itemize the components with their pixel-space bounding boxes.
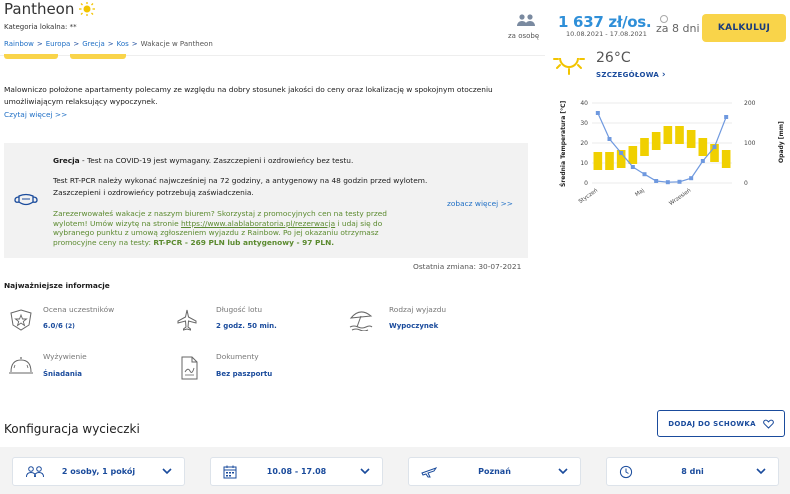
temp-bar xyxy=(721,150,731,168)
see-more-link[interactable]: zobacz więcej >> xyxy=(447,199,513,208)
last-change: Ostatnia zmiana: 30-07-2021 xyxy=(413,262,522,271)
breadcrumb-europa[interactable]: Europa xyxy=(46,40,71,48)
page-title: Pantheon xyxy=(4,0,75,18)
mask-icon xyxy=(14,193,38,206)
precip-point xyxy=(607,137,612,141)
y-tick-label: 20 xyxy=(580,140,588,147)
read-more-link[interactable]: Czytaj więcej >> xyxy=(4,110,67,119)
breadcrumb: Rainbow > Europa > Grecja > Kos > Wakacje w Pant… xyxy=(4,40,213,48)
calculate-button[interactable]: KALKULUJ xyxy=(702,14,786,42)
sun-icon xyxy=(553,57,585,75)
y-tick-label: 30 xyxy=(580,120,588,127)
tab-stub[interactable] xyxy=(4,54,58,59)
y2-tick-label: 0 xyxy=(744,180,748,187)
documents-value: Bez paszportu xyxy=(216,370,273,378)
tab-stub[interactable] xyxy=(70,54,126,59)
weather-chart: 0 10 20 30 40 0 100 200 Styczeń Maj Wrzesień Średn… xyxy=(560,100,785,207)
document-icon xyxy=(181,356,198,380)
x-tick-label: Wrzesień xyxy=(668,187,693,207)
rating-value: 6.0/6 (2) xyxy=(43,322,75,330)
precip-point xyxy=(700,159,705,163)
info-label: Ocena uczestników xyxy=(43,305,115,314)
flight-duration: 2 godz. 50 min. xyxy=(216,322,277,330)
trip-duration: za 8 dni xyxy=(656,22,700,35)
precip-point xyxy=(654,179,659,183)
persons-rooms-select[interactable]: 2 osoby, 1 pokój xyxy=(12,457,185,486)
temp-bar xyxy=(593,152,603,170)
y2-tick-label: 100 xyxy=(744,140,756,147)
cloche-icon xyxy=(9,357,33,374)
temp-bar xyxy=(686,130,696,148)
plane-icon xyxy=(177,309,197,331)
trip-type: Wypoczynek xyxy=(389,322,439,330)
persons-icon xyxy=(517,14,535,26)
board-type: Śniadania xyxy=(43,370,82,378)
precip-point xyxy=(712,145,717,149)
x-tick-label: Styczeń xyxy=(577,187,599,205)
y-tick-label: 10 xyxy=(580,160,588,167)
add-to-clipboard-button[interactable]: DODAJ DO SCHOWKA xyxy=(657,410,785,437)
local-category: Kategoria lokalna: ** xyxy=(4,23,77,31)
breadcrumb-kos[interactable]: Kos xyxy=(117,40,129,48)
breadcrumb-grecja[interactable]: Grecja xyxy=(82,40,105,48)
precip-point xyxy=(619,151,624,155)
info-label: Rodzaj wyjazdu xyxy=(389,305,447,314)
temp-bar xyxy=(640,138,649,156)
precip-point xyxy=(595,111,600,115)
y2-axis-label: Opady [mm] xyxy=(778,121,785,163)
star-shield-icon xyxy=(10,309,32,331)
heart-icon xyxy=(762,419,774,429)
info-label: Wyżywienie xyxy=(43,352,87,361)
dates-select[interactable]: 10.08 - 17.08 xyxy=(210,457,383,486)
per-person-label: za osobę xyxy=(508,32,540,40)
breadcrumb-separator: > xyxy=(73,40,80,48)
temp-bar xyxy=(663,126,673,144)
info-label: Dokumenty xyxy=(216,352,259,361)
precip-point xyxy=(689,176,694,181)
chevron-down-icon xyxy=(162,468,172,475)
temp-bar xyxy=(628,146,638,164)
chevron-down-icon xyxy=(360,468,370,475)
precip-point xyxy=(677,179,682,184)
precip-bars xyxy=(593,126,731,170)
covid-test-details: Test RT-PCR należy wykonać najwcześniej … xyxy=(53,176,428,197)
precip-point xyxy=(642,172,647,177)
y-tick-label: 40 xyxy=(580,100,588,107)
temp-bar xyxy=(651,132,661,150)
breadcrumb-current: Wakacje w Pantheon xyxy=(140,40,213,48)
trip-dates: 10.08.2021 - 17.08.2021 xyxy=(566,30,647,38)
precip-point xyxy=(724,115,729,119)
breadcrumb-separator: > xyxy=(36,40,43,48)
breadcrumb-separator: > xyxy=(107,40,114,48)
duration-select[interactable]: 8 dni xyxy=(606,457,779,486)
x-tick-label: Maj xyxy=(634,187,646,198)
breadcrumb-rainbow[interactable]: Rainbow xyxy=(4,40,34,48)
covid-promo: Zarezerwowałeś wakacje z naszym biurem? … xyxy=(53,209,388,247)
hotel-description: Malowniczo położone apartamenty polecamy… xyxy=(4,85,493,106)
chevron-down-icon xyxy=(756,468,766,475)
temperature: 26°C xyxy=(596,50,631,66)
y-axis-label: Średnia Temperatura [°C] xyxy=(560,101,567,187)
y2-tick-label: 200 xyxy=(744,100,756,107)
covid-requirement: Grecja - Test na COVID-19 jest wymagany.… xyxy=(53,156,354,165)
chevron-down-icon xyxy=(558,468,568,475)
key-info-heading: Najważniejsze informacje xyxy=(4,281,110,290)
precip-point xyxy=(665,180,670,185)
beach-umbrella-icon xyxy=(349,311,373,331)
temp-bar xyxy=(698,138,708,156)
temp-bar xyxy=(605,152,614,170)
lab-link[interactable]: https://www.alablaboratoria.pl/rezerwacj… xyxy=(181,219,335,228)
weather-details-link[interactable]: SZCZEGÓŁOWA › xyxy=(596,70,666,80)
sun-icon xyxy=(79,2,95,16)
info-label: Długość lotu xyxy=(216,305,263,314)
price: 1 637 zł/os. xyxy=(558,13,652,31)
departure-airport-select[interactable]: Poznań xyxy=(408,457,581,486)
temp-bar xyxy=(675,126,684,144)
breadcrumb-separator: > xyxy=(131,40,138,48)
precip-point xyxy=(630,165,635,169)
y-tick-label: 0 xyxy=(584,180,588,187)
trip-config-title: Konfiguracja wycieczki xyxy=(4,422,140,436)
temperature-line xyxy=(595,111,729,185)
